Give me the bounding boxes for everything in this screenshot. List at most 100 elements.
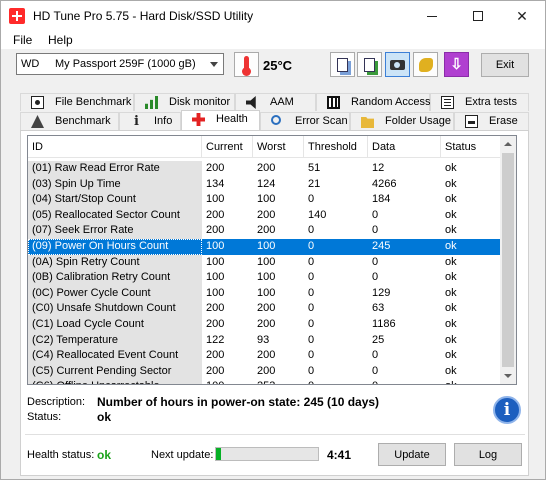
cell-threshold: 51: [308, 162, 321, 174]
title-bar[interactable]: HD Tune Pro 5.75 - Hard Disk/SSD Utility…: [1, 1, 545, 31]
table-row[interactable]: (07) Seek Error Rate 200 200 0 0 ok: [28, 223, 502, 239]
table-row[interactable]: (0C) Power Cycle Count 100 100 0 129 ok: [28, 285, 502, 302]
thermometer-bulb: [242, 67, 251, 76]
table-row[interactable]: (C4) Reallocated Event Count 200 200 0 0 ok: [28, 348, 502, 364]
drive-select[interactable]: WD My Passport 259F (1000 gB): [16, 53, 224, 75]
cell-threshold: 0: [308, 271, 315, 284]
log-button[interactable]: Log: [454, 443, 522, 466]
cell-current: 100: [202, 238, 253, 255]
column-header-status[interactable]: Status: [441, 136, 501, 158]
tab-aam[interactable]: AAM: [235, 93, 316, 111]
temperature-button[interactable]: [234, 52, 259, 77]
copy-all-button[interactable]: [357, 52, 382, 77]
save-button[interactable]: ⇩: [444, 52, 469, 77]
minimize-icon: [427, 15, 437, 17]
table-row[interactable]: (C2) Temperature 122 93 0 25 ok: [28, 332, 502, 349]
column-header-worst[interactable]: Worst: [253, 136, 304, 158]
cell-status: ok: [445, 286, 457, 299]
scrollbar-thumb[interactable]: [502, 153, 514, 367]
minimize-button[interactable]: [409, 1, 455, 31]
table-row[interactable]: (C6) Offline Uncorrectable10025300ok: [28, 379, 502, 384]
benchmark-icon: [31, 115, 44, 128]
table-row[interactable]: (C5) Current Pending Sector 200 200 0 0 ok: [28, 363, 502, 380]
cell-threshold: 0: [308, 286, 315, 299]
table-row[interactable]: (04) Start/Stop Count 100 100 0 184 ok: [28, 192, 502, 208]
options-button[interactable]: [413, 52, 438, 77]
error-scan-icon: [271, 115, 281, 125]
menu-help[interactable]: Help: [48, 33, 73, 47]
status-value: ok: [97, 410, 112, 424]
vertical-scrollbar[interactable]: [500, 136, 516, 384]
tab-info[interactable]: i Info: [119, 112, 181, 130]
window-title: HD Tune Pro 5.75 - Hard Disk/SSD Utility: [33, 9, 254, 23]
cell-status: ok: [445, 302, 457, 315]
drive-name: My Passport 259F (1000 gB): [55, 58, 196, 70]
copy-text-button[interactable]: [330, 52, 355, 77]
column-header-id[interactable]: ID: [28, 136, 202, 158]
tab-health[interactable]: Health: [181, 110, 260, 130]
tab-disk-monitor[interactable]: Disk monitor: [134, 93, 235, 111]
screenshot-button[interactable]: [385, 52, 410, 77]
erase-icon: [465, 115, 478, 128]
health-icon: [192, 113, 205, 126]
cell-worst: 100: [257, 255, 276, 268]
cell-worst: 100: [253, 238, 304, 255]
table-body: (01) Raw Read Error Rate 200 200 51 12 ok (03)…: [28, 161, 502, 384]
table-row[interactable]: (0B) Calibration Retry Count 100 100 0 0 ok: [28, 270, 502, 286]
table-row-selected[interactable]: (09) Power On Hours Count 100 100 0 245 ok: [28, 238, 502, 255]
update-button[interactable]: Update: [378, 443, 446, 466]
table-row[interactable]: (C0) Unsafe Shutdown Count 200 200 0 63 ok: [28, 301, 502, 317]
cell-worst: 200: [257, 302, 276, 315]
table-row[interactable]: (C1) Load Cycle Count 200 200 0 1186 ok: [28, 316, 502, 333]
tab-file-benchmark[interactable]: File Benchmark: [20, 93, 134, 111]
tab-extra-tests[interactable]: Extra tests: [430, 93, 529, 111]
info-icon: i: [493, 396, 521, 424]
column-header-data[interactable]: Data: [368, 136, 441, 158]
cell-data: 184: [372, 193, 391, 206]
maximize-button[interactable]: [455, 1, 501, 31]
table-row[interactable]: (03) Spin Up Time 134 124 21 4266 ok: [28, 176, 502, 193]
cell-status: ok: [445, 208, 457, 221]
cell-status: ok: [445, 224, 457, 237]
tab-erase[interactable]: Erase: [454, 112, 529, 130]
column-header-threshold[interactable]: Threshold: [304, 136, 368, 158]
exit-button[interactable]: Exit: [481, 53, 529, 77]
tab-error-scan[interactable]: Error Scan: [260, 112, 350, 130]
smart-attribute-table[interactable]: ID Current Worst Threshold Data Status (…: [27, 135, 517, 385]
health-panel: ID Current Worst Threshold Data Status (…: [20, 130, 529, 476]
cell-current: 200: [206, 364, 225, 377]
scroll-up-button[interactable]: [500, 136, 516, 152]
table-row[interactable]: (0A) Spin Retry Count 100 100 0 0 ok: [28, 254, 502, 271]
next-update-time: 4:41: [327, 448, 352, 462]
scroll-down-button[interactable]: [500, 368, 516, 384]
tab-benchmark[interactable]: Benchmark: [20, 112, 119, 130]
toolbar: WD My Passport 259F (1000 gB) 25°C ⇩ Exi…: [1, 49, 545, 87]
cell-worst: 200: [257, 224, 276, 237]
table-row[interactable]: (01) Raw Read Error Rate 200 200 51 12 ok: [28, 161, 502, 177]
tab-folder-usage[interactable]: Folder Usage: [350, 112, 454, 130]
health-status-label: Health status:: [27, 449, 95, 461]
menu-file[interactable]: File: [13, 33, 32, 47]
column-header-current[interactable]: Current: [202, 136, 253, 158]
tab-random-access[interactable]: Random Access: [316, 93, 430, 111]
close-button[interactable]: ✕: [499, 1, 545, 31]
cell-data: 0: [372, 271, 379, 284]
cell-worst: 200: [257, 317, 276, 330]
info-tab-icon: i: [134, 114, 139, 129]
table-header: ID Current Worst Threshold Data Status: [28, 136, 502, 158]
cell-id: (07) Seek Error Rate: [28, 223, 202, 239]
table-row[interactable]: (05) Reallocated Sector Count 200 200 140 0 o…: [28, 207, 502, 224]
cell-data: 0: [372, 224, 379, 237]
tab-label: Benchmark: [55, 115, 111, 127]
cell-threshold: 0: [308, 349, 315, 362]
cell-threshold: 0: [308, 364, 315, 377]
cell-threshold: 0: [308, 193, 315, 206]
random-access-icon: [327, 96, 340, 109]
status-label: Status:: [27, 411, 62, 423]
cell-worst: 200: [257, 162, 276, 174]
cell-data: 245: [368, 238, 441, 255]
cell-data: 0: [372, 349, 379, 362]
tab-label: Error Scan: [295, 115, 348, 127]
cell-status: ok: [441, 379, 501, 384]
cell-id: (04) Start/Stop Count: [28, 192, 202, 208]
